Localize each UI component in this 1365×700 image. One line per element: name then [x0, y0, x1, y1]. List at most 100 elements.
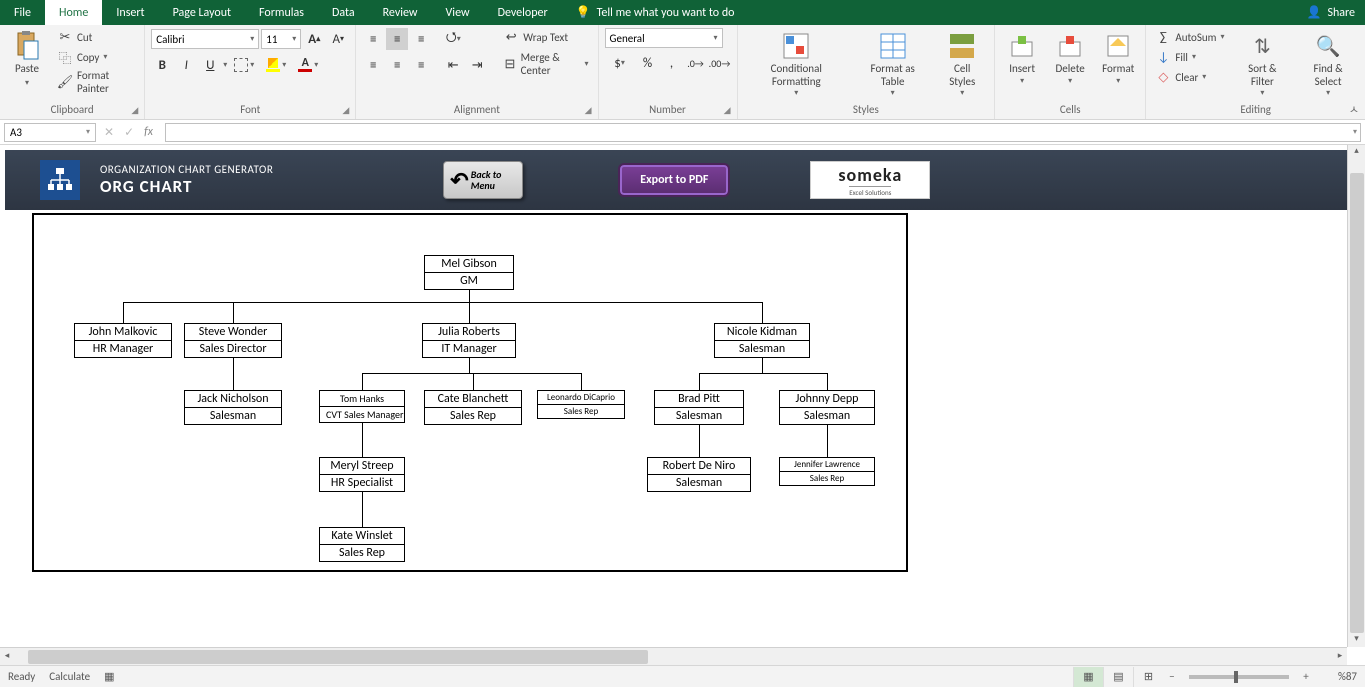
decrease-indent-button[interactable]: ⇤	[442, 54, 464, 76]
org-node[interactable]: Jack NicholsonSalesman	[184, 390, 282, 425]
comma-button[interactable]: ,	[661, 52, 683, 74]
page-layout-view-button[interactable]: ▤	[1103, 667, 1133, 687]
vertical-scrollbar[interactable]: ▴ ▾	[1347, 145, 1365, 647]
share-button[interactable]: 👤Share	[1296, 0, 1365, 25]
horizontal-scrollbar[interactable]: ◂ ▸	[0, 647, 1347, 665]
export-pdf-button[interactable]: Export to PDF	[618, 163, 730, 197]
org-node[interactable]: Robert De NiroSalesman	[647, 457, 751, 492]
name-box[interactable]: A3▾	[4, 123, 96, 142]
sort-filter-button[interactable]: ⇅Sort & Filter▾	[1234, 28, 1292, 100]
delete-cells-button[interactable]: Delete▾	[1049, 28, 1091, 88]
insert-cells-button[interactable]: Insert▾	[1001, 28, 1043, 88]
align-top-button[interactable]: ≡	[362, 28, 384, 50]
org-node[interactable]: Meryl StreepHR Specialist	[319, 457, 405, 492]
org-node[interactable]: Nicole KidmanSalesman	[714, 323, 810, 358]
org-node[interactable]: Jennifer LawrenceSales Rep	[779, 457, 875, 486]
format-painter-button[interactable]: 🖌Format Painter	[54, 68, 138, 96]
zoom-level[interactable]: %87	[1315, 670, 1357, 683]
grow-font-button[interactable]: A▴	[303, 28, 325, 50]
scroll-right-icon[interactable]: ▸	[1333, 650, 1347, 664]
org-node[interactable]: Steve WonderSales Director	[184, 323, 282, 358]
align-bottom-button[interactable]: ≡	[410, 28, 432, 50]
menu-home[interactable]: Home	[45, 0, 102, 25]
menu-view[interactable]: View	[432, 0, 484, 25]
percent-button[interactable]: %	[637, 52, 659, 74]
org-node[interactable]: John MalkovicHR Manager	[74, 323, 172, 358]
enter-formula-icon[interactable]: ✓	[124, 125, 134, 140]
number-format-combo[interactable]: General▾	[605, 28, 723, 48]
bold-button[interactable]: B	[151, 54, 173, 76]
cut-button[interactable]: ✂Cut	[54, 28, 138, 46]
org-node[interactable]: Johnny DeppSalesman	[779, 390, 875, 425]
accounting-button[interactable]: $▾	[605, 52, 635, 74]
fx-icon[interactable]: fx	[144, 125, 153, 140]
scroll-up-icon[interactable]: ▴	[1350, 145, 1364, 159]
wrap-text-button[interactable]: ↩Wrap Text	[500, 28, 591, 46]
align-center-button[interactable]: ≡	[386, 54, 408, 76]
menu-developer[interactable]: Developer	[484, 0, 562, 25]
zoom-out-button[interactable]: −	[1163, 670, 1181, 683]
cell-styles-button[interactable]: Cell Styles▾	[936, 28, 988, 100]
merge-center-button[interactable]: ⊟Merge & Center ▾	[500, 50, 591, 78]
status-bar: Ready Calculate ▦ ▦ ▤ ⊞ − + %87	[0, 665, 1365, 687]
paste-button[interactable]: Paste▾	[6, 28, 48, 90]
scroll-thumb-h[interactable]	[28, 650, 648, 664]
autosum-button[interactable]: ∑AutoSum ▾	[1152, 28, 1227, 46]
paste-icon	[11, 30, 43, 62]
font-name-combo[interactable]: Calibri▾	[151, 29, 259, 49]
align-middle-button[interactable]: ≡	[386, 28, 408, 50]
fill-color-button[interactable]: ▾	[261, 54, 291, 76]
align-left-button[interactable]: ≡	[362, 54, 384, 76]
fill-button[interactable]: ↓Fill ▾	[1152, 48, 1227, 66]
back-to-menu-button[interactable]: ↶ Back to Menu	[443, 161, 523, 199]
font-launcher[interactable]: ◢	[337, 105, 349, 117]
org-node[interactable]: Tom HanksCVT Sales Manager	[319, 390, 405, 423]
zoom-slider[interactable]	[1189, 675, 1289, 679]
org-node[interactable]: Mel GibsonGM	[424, 255, 514, 290]
increase-decimal-button[interactable]: .0→	[685, 52, 707, 74]
scroll-left-icon[interactable]: ◂	[0, 650, 14, 664]
increase-indent-button[interactable]: ⇥	[466, 54, 488, 76]
org-node[interactable]: Kate WinsletSales Rep	[319, 527, 405, 562]
orientation-button[interactable]: ⭯▾	[442, 28, 464, 50]
menu-data[interactable]: Data	[318, 0, 369, 25]
italic-button[interactable]: I	[175, 54, 197, 76]
font-color-button[interactable]: A▾	[293, 54, 323, 76]
zoom-in-button[interactable]: +	[1297, 670, 1315, 683]
format-cells-button[interactable]: Format▾	[1097, 28, 1139, 88]
org-node[interactable]: Cate BlanchettSales Rep	[424, 390, 522, 425]
collapse-ribbon-button[interactable]: ㅅ	[1349, 101, 1359, 117]
shrink-font-button[interactable]: A▾	[327, 28, 349, 50]
menu-file[interactable]: File	[0, 0, 45, 25]
font-size-combo[interactable]: 11▾	[261, 29, 301, 49]
formula-input[interactable]: ▾	[165, 123, 1361, 142]
align-right-button[interactable]: ≡	[410, 54, 432, 76]
clear-button[interactable]: ◇Clear ▾	[1152, 68, 1227, 86]
macro-record-icon[interactable]: ▦	[104, 670, 114, 683]
alignment-launcher[interactable]: ◢	[580, 105, 592, 117]
org-node[interactable]: Brad PittSalesman	[654, 390, 744, 425]
org-node[interactable]: Julia RobertsIT Manager	[422, 323, 516, 358]
menu-insert[interactable]: Insert	[102, 0, 158, 25]
cancel-formula-icon[interactable]: ✕	[104, 125, 114, 140]
menu-review[interactable]: Review	[369, 0, 432, 25]
number-launcher[interactable]: ◢	[719, 105, 731, 117]
org-node[interactable]: Leonardo DiCaprioSales Rep	[537, 390, 625, 419]
decrease-decimal-button[interactable]: .00→	[709, 52, 731, 74]
org-chart-canvas[interactable]: Mel GibsonGM John MalkovicHR Manager Steve…	[32, 213, 908, 572]
underline-button[interactable]: U	[199, 54, 221, 76]
find-select-button[interactable]: 🔍Find & Select▾	[1297, 28, 1359, 100]
formula-bar: A3▾ ✕ ✓ fx ▾	[0, 120, 1365, 145]
tell-me-search[interactable]: 💡Tell me what you want to do	[576, 0, 735, 25]
copy-button[interactable]: ⿻Copy ▾	[54, 48, 138, 66]
scroll-thumb-v[interactable]	[1350, 173, 1364, 633]
conditional-formatting-button[interactable]: Conditional Formatting▾	[744, 28, 849, 100]
format-as-table-button[interactable]: Format as Table▾	[855, 28, 930, 100]
page-break-view-button[interactable]: ⊞	[1133, 667, 1163, 687]
normal-view-button[interactable]: ▦	[1073, 667, 1103, 687]
menu-formulas[interactable]: Formulas	[245, 0, 318, 25]
menu-page-layout[interactable]: Page Layout	[159, 0, 245, 25]
scroll-down-icon[interactable]: ▾	[1350, 633, 1364, 647]
clipboard-launcher[interactable]: ◢	[126, 105, 138, 117]
borders-button[interactable]: ▾	[229, 54, 259, 76]
